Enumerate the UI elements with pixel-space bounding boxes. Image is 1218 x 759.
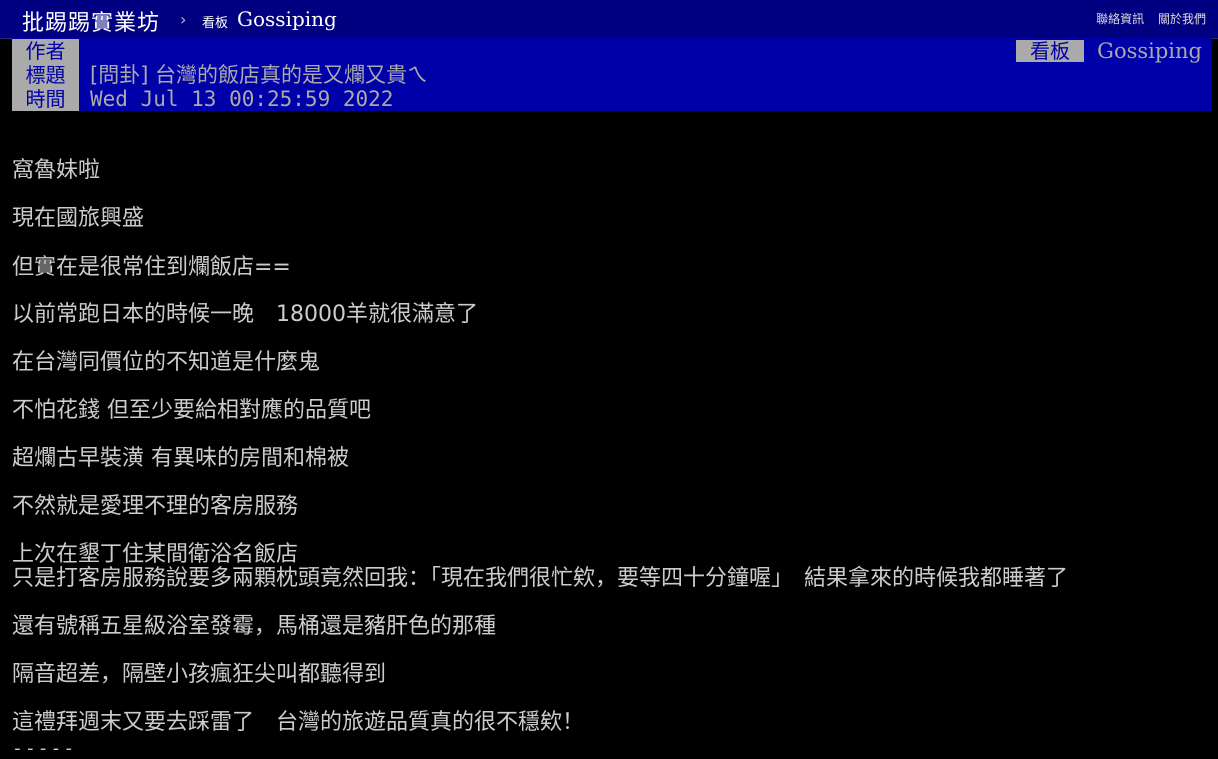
board-label: 看板 bbox=[1016, 40, 1084, 62]
article-title: [問卦] 台灣的飯店真的是又爛又貴ㄟ bbox=[90, 63, 429, 87]
body-line: 以前常跑日本的時候一晚 18000羊就很滿意了 bbox=[12, 302, 478, 327]
breadcrumb-chevron-icon: › bbox=[180, 10, 187, 29]
time-label: 時間 bbox=[12, 87, 79, 111]
body-line: 在台灣同價位的不知道是什麼鬼 bbox=[12, 350, 321, 375]
board-value: Gossiping bbox=[1097, 39, 1202, 63]
title-label: 標題 bbox=[12, 63, 79, 87]
body-line: 現在國旅興盛 bbox=[12, 206, 145, 231]
body-line: 窩魯妹啦 bbox=[12, 158, 101, 183]
article-meta-header: 作者 標題 [問卦] 台灣的飯店真的是又爛又貴ㄟ 時間 Wed Jul 13 0… bbox=[12, 38, 1212, 111]
board-prefix-label: 看板 bbox=[202, 16, 229, 31]
body-line: 不然就是愛理不理的客房服務 bbox=[12, 494, 299, 519]
body-line: 不怕花錢 但至少要給相對應的品質吧 bbox=[12, 398, 371, 423]
contact-info-link[interactable]: 聯絡資訊 bbox=[1096, 12, 1144, 26]
top-nav-bar: 批踢踢實業坊 › 看板 Gossiping 聯絡資訊 關於我們 bbox=[0, 0, 1218, 39]
body-line: 但實在是很常住到爛飯店== bbox=[12, 255, 291, 280]
body-line: 這禮拜週末又要去踩雷了 台灣的旅遊品質真的很不穩欸！ bbox=[12, 710, 585, 735]
board-link[interactable]: Gossiping bbox=[237, 7, 337, 31]
body-line: 只是打客房服務說要多兩顆枕頭竟然回我：「現在我們很忙欸，要等四十分鐘喔」 結果拿… bbox=[12, 566, 1069, 591]
body-line: 超爛古早裝潢 有異味的房間和棉被 bbox=[12, 446, 349, 471]
body-line: 隔音超差，隔壁小孩瘋狂尖叫都聽得到 bbox=[12, 662, 387, 687]
site-name-link[interactable]: 批踢踢實業坊 bbox=[22, 5, 160, 37]
body-line: 還有號稱五星級浴室發霉，馬桶還是豬肝色的那種 bbox=[12, 614, 497, 639]
author-label: 作者 bbox=[12, 39, 79, 63]
signature-separator: ----- bbox=[12, 738, 77, 759]
top-right-links: 聯絡資訊 關於我們 bbox=[1086, 10, 1206, 27]
article-time: Wed Jul 13 00:25:59 2022 bbox=[90, 87, 394, 111]
about-us-link[interactable]: 關於我們 bbox=[1158, 12, 1206, 26]
body-line: 上次在墾丁住某間衛浴名飯店 bbox=[12, 542, 299, 567]
